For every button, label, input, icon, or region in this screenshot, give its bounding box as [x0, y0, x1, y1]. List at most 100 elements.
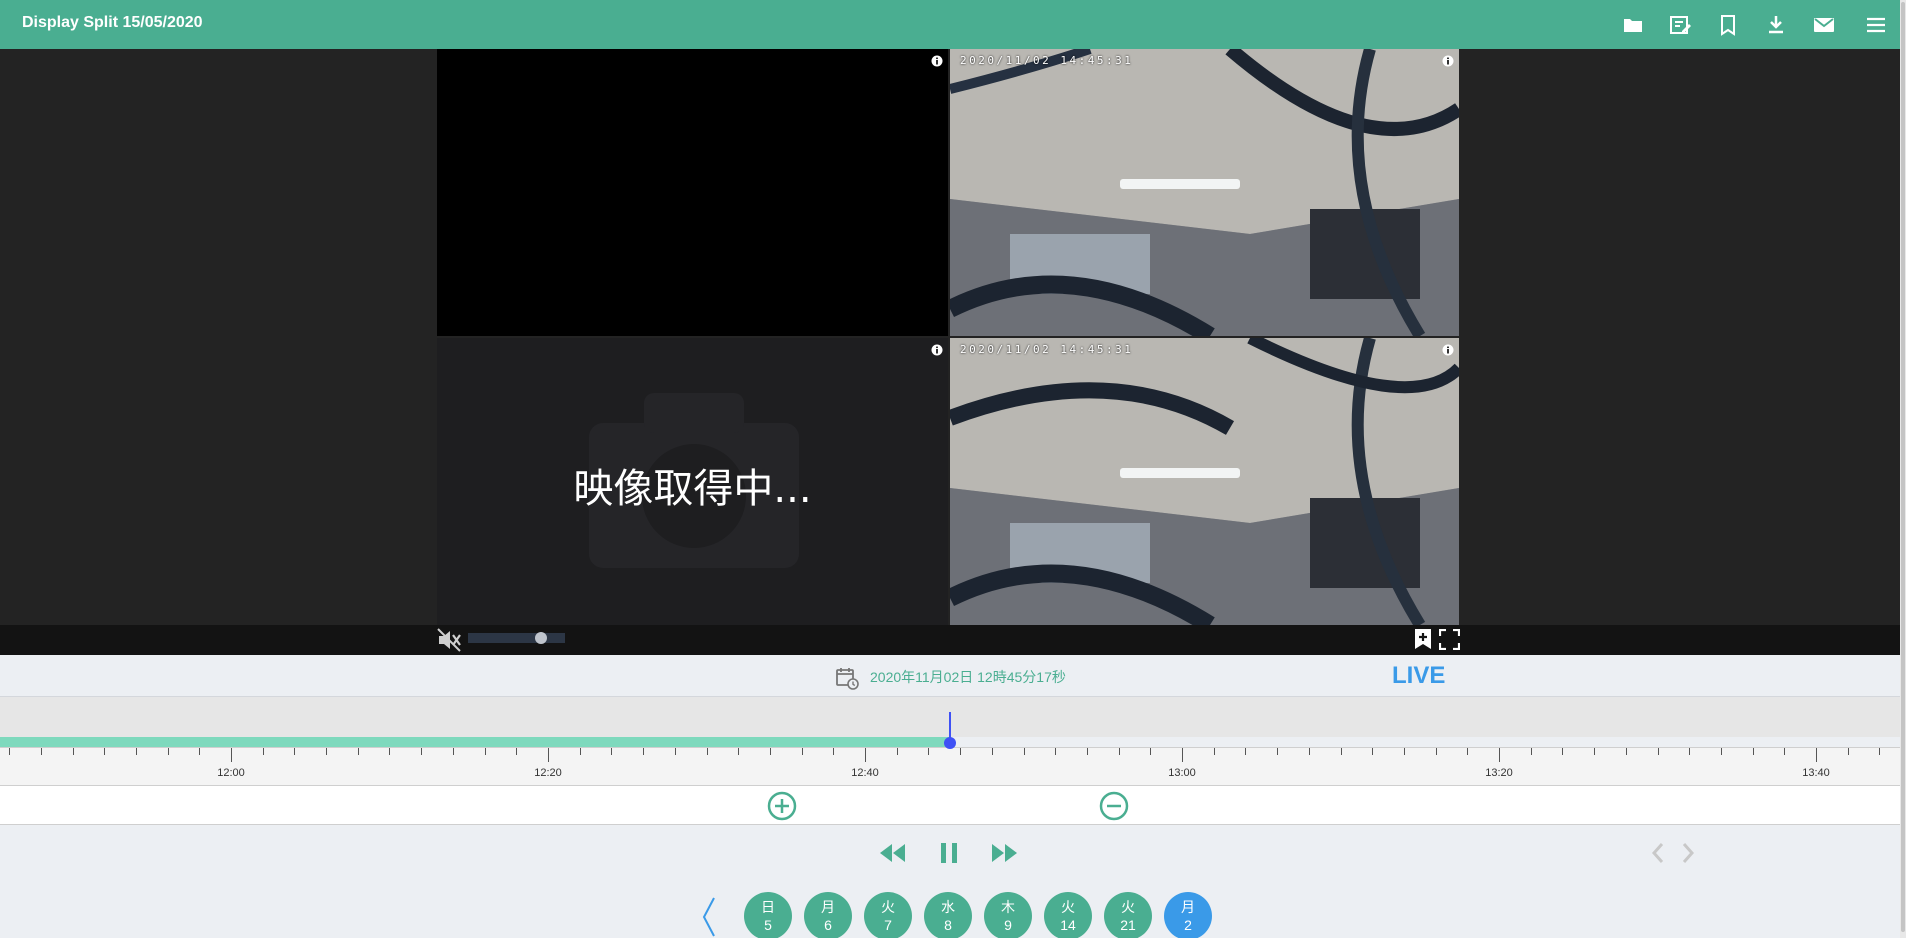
timeline-minor-tick: [1277, 748, 1278, 755]
live-button[interactable]: LIVE: [1392, 662, 1445, 690]
timeline-minor-tick: [802, 748, 803, 755]
timeline-minor-tick: [389, 748, 390, 755]
fast-forward-icon[interactable]: [991, 842, 1019, 864]
timeline-minor-tick: [168, 748, 169, 755]
volume-slider[interactable]: [468, 633, 565, 643]
timeline-minor-tick: [73, 748, 74, 755]
day-pill[interactable]: 火 21: [1104, 892, 1152, 938]
info-icon[interactable]: [931, 344, 943, 356]
timeline-minor-tick: [1309, 748, 1310, 755]
timeline-minor-tick: [928, 748, 929, 755]
timeline-minor-tick: [580, 748, 581, 755]
chevron-left-icon[interactable]: [1648, 840, 1668, 866]
timeline-minor-tick: [485, 748, 486, 755]
timeline-minor-tick: [738, 748, 739, 755]
volume-knob[interactable]: [535, 632, 547, 644]
mute-icon[interactable]: [436, 627, 462, 653]
timeline-minor-tick: [1626, 748, 1627, 755]
calendar-clock-icon[interactable]: [835, 666, 859, 690]
camera-feed-image: [950, 338, 1459, 625]
timeline-major-tick: [548, 748, 549, 762]
timeline-minor-tick: [675, 748, 676, 755]
timeline-minor-tick: [1784, 748, 1785, 755]
scrollbar-thumb[interactable]: [1901, 2, 1905, 932]
timeline-minor-tick: [1467, 748, 1468, 755]
timeline-minor-tick: [1594, 748, 1595, 755]
day-pill[interactable]: 火7: [864, 892, 912, 938]
zoom-out-icon[interactable]: [1099, 791, 1129, 821]
day-pill-date: 6: [824, 917, 832, 933]
timeline-minor-tick: [1341, 748, 1342, 755]
timeline-minor-tick: [1721, 748, 1722, 755]
day-pill[interactable]: 火 14: [1044, 892, 1092, 938]
download-icon[interactable]: [1764, 13, 1788, 37]
timeline-minor-tick: [326, 748, 327, 755]
timeline-minor-tick: [992, 748, 993, 755]
video-grid: 2020/11/02 14:45:31 映像取得中... 2020/11/02 …: [437, 49, 1459, 625]
current-datetime: 2020年11月02日 12時45分17秒: [870, 669, 1066, 685]
menu-icon[interactable]: [1864, 13, 1888, 37]
day-pill-weekday: 木: [1001, 899, 1015, 915]
timeline-tick-label: 13:40: [1802, 767, 1830, 779]
rewind-icon[interactable]: [878, 842, 906, 864]
day-pill-date: 9: [1004, 917, 1012, 933]
timeline-minor-tick: [1372, 748, 1373, 755]
info-icon[interactable]: [1442, 344, 1454, 356]
timeline-minor-tick: [833, 748, 834, 755]
mail-icon[interactable]: [1812, 13, 1836, 37]
previous-days-icon[interactable]: [698, 895, 720, 938]
timeline-major-tick: [231, 748, 232, 762]
day-pill-date: 8: [944, 917, 952, 933]
app-header: Display Split 15/05/2020: [0, 0, 1906, 49]
video-cell-3[interactable]: 映像取得中...: [437, 338, 948, 625]
timeline-major-tick: [1182, 748, 1183, 762]
day-pill[interactable]: 水8: [924, 892, 972, 938]
recorded-range-bar[interactable]: [0, 737, 950, 747]
timeline-scale[interactable]: [0, 747, 1900, 785]
chevron-right-icon[interactable]: [1678, 840, 1698, 866]
timeline-minor-tick: [897, 748, 898, 755]
loading-message: 映像取得中...: [573, 466, 812, 512]
day-pill-weekday: 火: [1121, 899, 1135, 915]
page-scrollbar[interactable]: [1900, 0, 1906, 938]
pause-icon[interactable]: [938, 841, 960, 865]
timeline-minor-tick: [1531, 748, 1532, 755]
timeline-tick-label: 12:20: [534, 767, 562, 779]
timeline-minor-tick: [643, 748, 644, 755]
day-pill-date: 2: [1184, 917, 1192, 933]
timeline-minor-tick: [199, 748, 200, 755]
add-bookmark-icon[interactable]: [1413, 628, 1433, 650]
video-cell-2[interactable]: 2020/11/02 14:45:31: [950, 49, 1459, 336]
playhead-handle[interactable]: [944, 737, 956, 749]
timeline-major-tick: [1816, 748, 1817, 762]
day-pill-weekday: 月: [1181, 899, 1195, 915]
day-pill-date: 14: [1060, 917, 1076, 933]
timeline-minor-tick: [1879, 748, 1880, 755]
video-cell-4[interactable]: 2020/11/02 14:45:31: [950, 338, 1459, 625]
timeline-minor-tick: [1562, 748, 1563, 755]
timeline-minor-tick: [516, 748, 517, 755]
bookmark-icon[interactable]: [1716, 13, 1740, 37]
day-pill[interactable]: 月2: [1164, 892, 1212, 938]
day-pill[interactable]: 木9: [984, 892, 1032, 938]
timeline-minor-tick: [1689, 748, 1690, 755]
day-pill[interactable]: 日5: [744, 892, 792, 938]
timeline-minor-tick: [1404, 748, 1405, 755]
timeline-minor-tick: [1753, 748, 1754, 755]
video-cell-1[interactable]: [437, 49, 948, 336]
info-icon[interactable]: [931, 55, 943, 67]
fullscreen-icon[interactable]: [1439, 629, 1460, 650]
page-title: Display Split 15/05/2020: [22, 14, 203, 31]
timeline-minor-tick: [1848, 748, 1849, 755]
info-icon[interactable]: [1442, 55, 1454, 67]
timeline-minor-tick: [770, 748, 771, 755]
camera-timestamp: 2020/11/02 14:45:31: [960, 54, 1134, 67]
edit-note-icon[interactable]: [1668, 13, 1692, 37]
folder-icon[interactable]: [1621, 13, 1645, 37]
timeline-minor-tick: [104, 748, 105, 755]
zoom-in-icon[interactable]: [767, 791, 797, 821]
zoom-row: [0, 785, 1900, 825]
day-pill-weekday: 水: [941, 899, 955, 915]
timeline-minor-tick: [136, 748, 137, 755]
day-pill[interactable]: 月6: [804, 892, 852, 938]
